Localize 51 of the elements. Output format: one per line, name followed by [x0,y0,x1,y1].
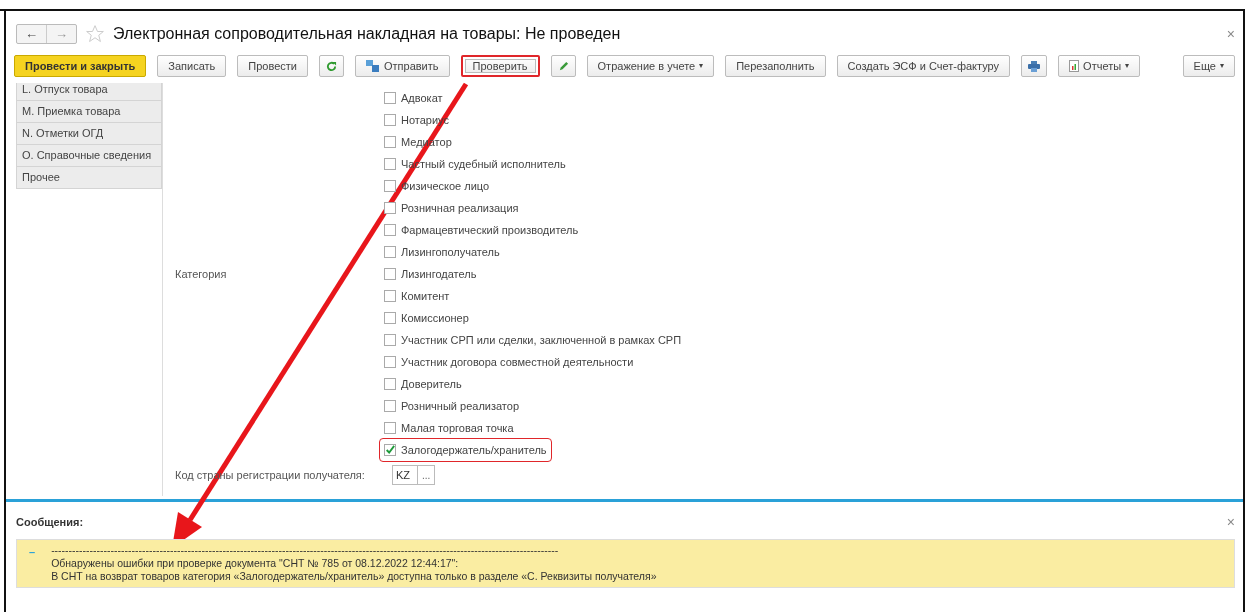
back-button[interactable]: ← [17,25,46,43]
checkbox-option[interactable]: Залогодержатель/хранитель [380,439,551,461]
sidebar-item[interactable]: M. Приемка товара [16,101,162,123]
checkbox-option[interactable]: Участник СРП или сделки, заключенной в рамках СРП [380,329,686,351]
checkbox-option[interactable]: Фармацевтический производитель [380,219,583,241]
close-button[interactable]: × [1226,23,1235,45]
message-text: Обнаружены ошибки при проверке документа "СНТ № 785 от 08.12.2022 12:44:17": [51,557,460,570]
toolbar-button[interactable]: Создать ЭСФ и Счет-фактуру [836,55,1011,77]
post-close-button[interactable]: Провести и закрыть [14,55,147,77]
checkmark-icon [385,444,395,456]
caret-icon: ▾ [1220,60,1224,72]
toolbar-button[interactable]: Провести [237,55,308,77]
dropdown-button[interactable]: Отражение в учете ▾ [586,55,715,77]
checkbox-option[interactable]: Доверитель [380,373,466,395]
message-text: ------------------------------------------------------------------------------------------------------------------------------------------------- [51,544,560,557]
checkbox-option[interactable]: Комитент [380,285,454,307]
refresh-button[interactable] [319,55,344,77]
window-title: Электронная сопроводительная накладная на товары: Не проведен [113,24,621,44]
star-icon[interactable] [85,24,105,44]
more-button[interactable]: Еще ▾ [1182,55,1235,77]
checkbox-option[interactable]: Розничная реализация [380,197,523,219]
close-button[interactable]: × [1226,512,1235,533]
sidebar-item[interactable]: L. Отпуск товара [16,83,162,101]
pencil-icon [557,60,569,72]
select-button[interactable]: ... [418,465,436,485]
sidebar-item[interactable]: N. Отметки ОГД [16,123,162,145]
sidebar-item[interactable]: O. Справочные сведения [16,145,162,167]
toolbar-button[interactable]: Записать [157,55,227,77]
checkbox-option[interactable]: Лизингодатель [380,263,481,285]
checkbox-option[interactable]: Розничный реализатор [380,395,523,417]
checkbox-option[interactable]: Адвокат [380,87,447,109]
caret-icon: ▾ [699,60,704,72]
refresh-icon [326,60,337,72]
sidebar-item[interactable]: Прочее [16,167,162,189]
chart-icon [1069,60,1080,72]
edit-button[interactable] [550,55,576,77]
toolbar-button[interactable]: Перезаполнить [725,55,826,77]
field-label: Категория [175,266,227,282]
checkbox-option[interactable]: Лизингополучатель [380,241,504,263]
reports-button[interactable]: Отчеты ▾ [1058,55,1141,77]
caret-icon: ▾ [1125,60,1130,72]
toolbar-button[interactable]: Проверить [460,55,540,77]
messages-title: Сообщения: [16,515,84,531]
checkbox-option[interactable]: Малая торговая точка [380,417,518,439]
print-button[interactable] [1021,55,1048,77]
checkbox-option[interactable]: Участник договора совместной деятельности [380,351,638,373]
checkbox-option[interactable]: Комиссионер [380,307,473,329]
country-field[interactable]: KZ [392,465,418,485]
message-text: В СНТ на возврат товаров категория «Залогодержатель/хранитель» доступна только в разделе «С. Реквизиты получателя» [51,570,657,583]
send-button[interactable]: Отправить [355,55,450,77]
printer-icon [1028,60,1041,72]
